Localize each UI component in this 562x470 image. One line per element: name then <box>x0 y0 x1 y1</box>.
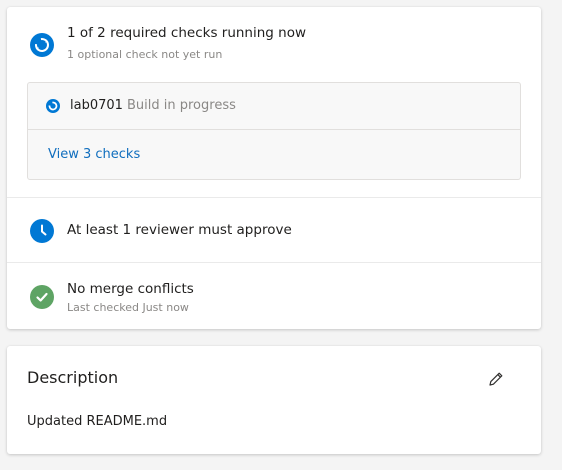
checks-summary-title: 1 of 2 required checks running now <box>67 25 307 41</box>
view-checks-link[interactable]: View 3 checks <box>48 147 140 162</box>
description-title: Description <box>27 368 119 387</box>
clock-icon <box>30 219 54 243</box>
merge-status-row: No merge conflicts Last checked Just now <box>7 263 541 329</box>
checks-summary-row: 1 of 2 required checks running now 1 opt… <box>7 7 541 197</box>
merge-status-title: No merge conflicts <box>67 281 194 297</box>
merge-status-subtitle: Last checked Just now <box>67 301 189 314</box>
pr-status-card: 1 of 2 required checks running now 1 opt… <box>7 7 541 329</box>
reviewer-policy-row: At least 1 reviewer must approve <box>7 198 541 262</box>
pencil-icon <box>489 372 503 386</box>
in-progress-icon <box>46 99 60 113</box>
check-icon <box>30 285 54 309</box>
checks-summary-subtitle: 1 optional check not yet run <box>67 48 223 61</box>
edit-description-button[interactable] <box>483 366 509 392</box>
build-name[interactable]: lab0701 <box>70 98 123 113</box>
reviewer-policy-title: At least 1 reviewer must approve <box>67 222 292 238</box>
build-status: Build in progress <box>127 98 236 113</box>
in-progress-icon <box>30 33 54 57</box>
description-card: Description Updated README.md <box>7 346 541 454</box>
build-row[interactable]: lab0701 Build in progress <box>28 83 520 129</box>
divider <box>28 129 520 130</box>
description-body: Updated README.md <box>27 414 168 429</box>
build-checks-panel: lab0701 Build in progress View 3 checks <box>27 82 521 180</box>
